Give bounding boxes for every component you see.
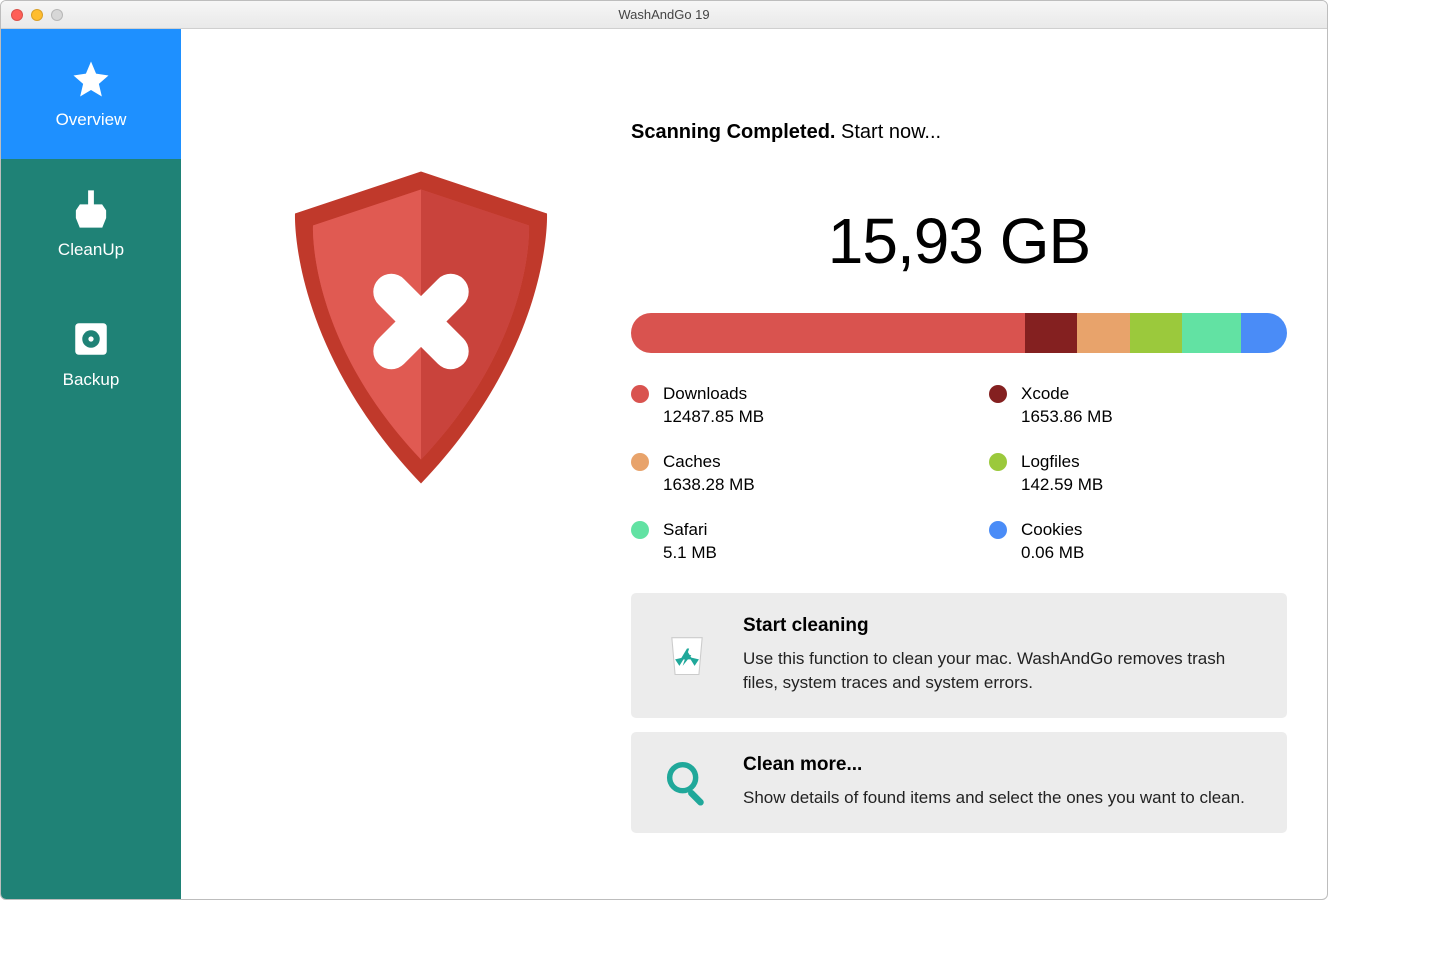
clean-more-card[interactable]: Clean more... Show details of found item… <box>631 732 1287 833</box>
legend-dot <box>989 521 1007 539</box>
bar-segment <box>1077 313 1129 353</box>
total-size: 15,93 GB <box>631 204 1287 278</box>
titlebar: WashAndGo 19 <box>1 1 1327 29</box>
legend-item: Downloads12487.85 MB <box>631 383 929 429</box>
legend-dot <box>989 453 1007 471</box>
sidebar-item-backup[interactable]: Backup <box>1 289 181 419</box>
legend-size: 142.59 MB <box>1021 474 1103 497</box>
sidebar: Overview CleanUp Backup <box>1 29 181 899</box>
card-title: Start cleaning <box>743 615 1261 637</box>
legend-item: Logfiles142.59 MB <box>989 451 1287 497</box>
legend-size: 1653.86 MB <box>1021 406 1113 429</box>
status-bold: Scanning Completed. <box>631 121 835 143</box>
legend-dot <box>631 453 649 471</box>
legend-item: Xcode1653.86 MB <box>989 383 1287 429</box>
legend-dot <box>989 385 1007 403</box>
start-cleaning-card[interactable]: Start cleaning Use this function to clea… <box>631 593 1287 718</box>
sidebar-item-cleanup[interactable]: CleanUp <box>1 159 181 289</box>
broom-icon <box>70 188 112 230</box>
legend-item: Safari5.1 MB <box>631 519 929 565</box>
sidebar-item-label: Backup <box>63 370 120 390</box>
bar-segment <box>1025 313 1077 353</box>
legend-name: Downloads <box>663 383 764 406</box>
bar-segment <box>1241 313 1287 353</box>
legend-name: Cookies <box>1021 519 1084 542</box>
legend-name: Caches <box>663 451 755 474</box>
legend-dot <box>631 521 649 539</box>
shield-x-icon <box>271 159 571 499</box>
legend-item: Cookies0.06 MB <box>989 519 1287 565</box>
legend-dot <box>631 385 649 403</box>
bar-segment <box>1182 313 1241 353</box>
legend-name: Xcode <box>1021 383 1113 406</box>
legend-item: Caches1638.28 MB <box>631 451 929 497</box>
legend-name: Logfiles <box>1021 451 1103 474</box>
trash-recycle-icon <box>657 629 717 681</box>
card-title: Clean more... <box>743 754 1261 776</box>
star-icon <box>70 58 112 100</box>
status-rest: Start now... <box>835 121 941 143</box>
sidebar-item-overview[interactable]: Overview <box>1 29 181 159</box>
disk-icon <box>70 318 112 360</box>
app-window: WashAndGo 19 Overview CleanUp Backup <box>0 0 1328 900</box>
legend-name: Safari <box>663 519 717 542</box>
sidebar-item-label: CleanUp <box>58 240 124 260</box>
legend-size: 0.06 MB <box>1021 542 1084 565</box>
bar-segment <box>631 313 1025 353</box>
magnifier-icon <box>657 756 717 808</box>
body: Overview CleanUp Backup <box>1 29 1327 899</box>
legend-size: 5.1 MB <box>663 542 717 565</box>
legend: Downloads12487.85 MB Xcode1653.86 MB Cache… <box>631 383 1287 565</box>
legend-size: 12487.85 MB <box>663 406 764 429</box>
results-column: Scanning Completed. Start now... 15,93 G… <box>631 69 1287 847</box>
card-desc: Show details of found items and select t… <box>743 786 1261 811</box>
sidebar-item-label: Overview <box>56 110 127 130</box>
bar-segment <box>1130 313 1182 353</box>
status-icon-column <box>211 69 631 499</box>
storage-bar <box>631 313 1287 353</box>
legend-size: 1638.28 MB <box>663 474 755 497</box>
main-content: Scanning Completed. Start now... 15,93 G… <box>181 29 1327 899</box>
status-text: Scanning Completed. Start now... <box>631 121 1287 144</box>
card-desc: Use this function to clean your mac. Was… <box>743 647 1261 696</box>
window-title: WashAndGo 19 <box>1 7 1327 22</box>
